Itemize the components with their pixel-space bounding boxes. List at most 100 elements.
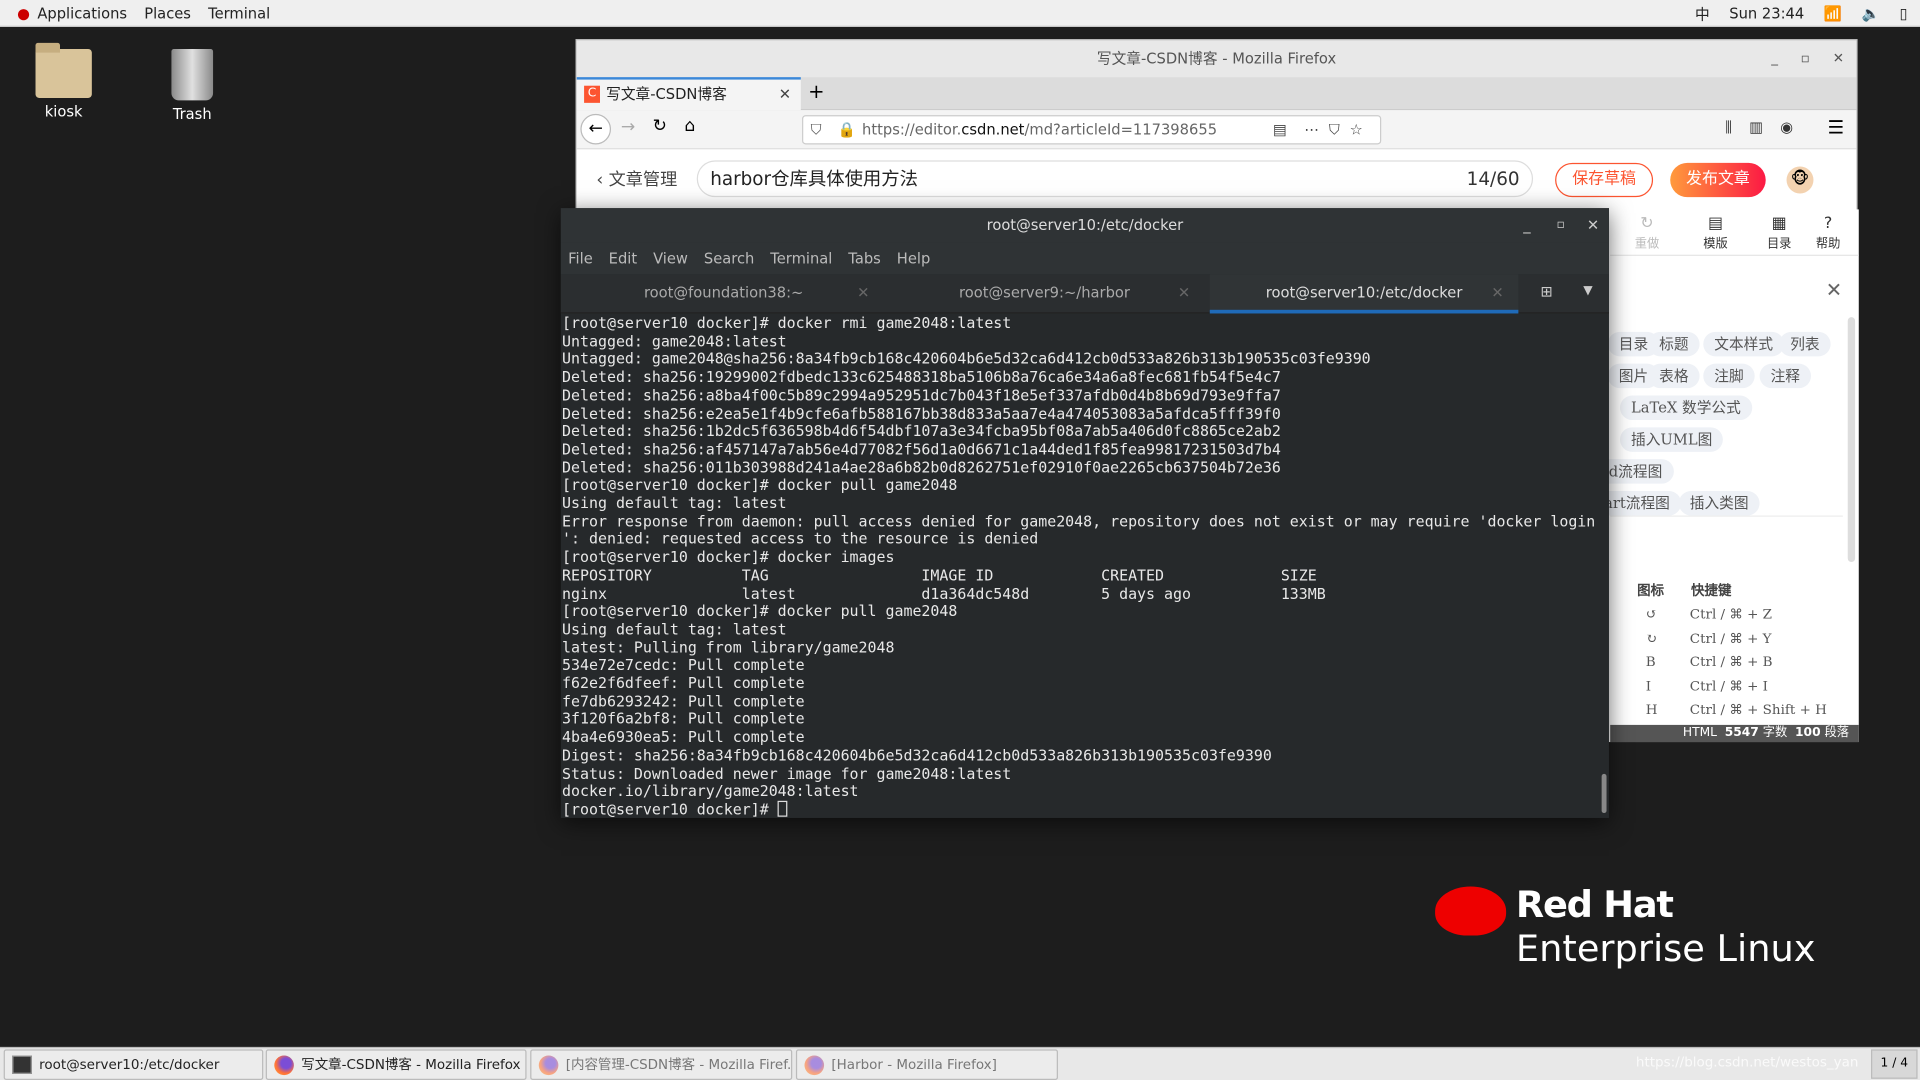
toolbar-help[interactable]: ? 帮助	[1816, 214, 1840, 251]
menu-view[interactable]: View	[653, 250, 688, 267]
reload-icon[interactable]: ↻	[653, 116, 667, 136]
shortcut-icon: H	[1645, 701, 1658, 718]
window-title: root@server10:/etc/docker	[986, 216, 1184, 234]
desktop-icon-kiosk[interactable]: kiosk	[21, 42, 107, 120]
insert-chip[interactable]: 表格	[1648, 363, 1700, 389]
avatar[interactable]: 🐵	[1786, 166, 1814, 194]
applications-menu[interactable]: Applications	[37, 4, 127, 21]
close-help-icon[interactable]: ✕	[1826, 278, 1842, 301]
url-bar[interactable]: ⛉ 🔒 https://editor.csdn.net/md?articleId…	[802, 115, 1382, 145]
insert-chip[interactable]: 注脚	[1703, 363, 1755, 389]
article-manage-link[interactable]: ‹ 文章管理	[596, 167, 677, 191]
battery-icon[interactable]: ▯	[1900, 5, 1908, 22]
terminal-tab-active[interactable]: root@server10:/etc/docker ✕	[1209, 274, 1519, 314]
terminal-tab[interactable]: root@foundation38:~ ✕	[563, 274, 884, 313]
close-button[interactable]: ✕	[1833, 40, 1844, 77]
back-label: 文章管理	[608, 170, 678, 190]
input-method[interactable]: 中	[1695, 3, 1710, 24]
reader-view-icon[interactable]: ▤	[1273, 116, 1287, 143]
terminal-tab[interactable]: root@server9:~/harbor ✕	[884, 274, 1205, 313]
close-tab-icon[interactable]: ✕	[1178, 274, 1190, 311]
desktop-icon-trash[interactable]: Trash	[149, 48, 235, 122]
shortcut-key: Ctrl / ⌘ + Z	[1689, 606, 1773, 623]
taskbar: root@server10:/etc/docker 写文章-CSDN博客 - M…	[0, 1046, 1920, 1080]
close-button[interactable]: ✕	[1587, 208, 1599, 242]
word-count: 5547	[1724, 726, 1759, 740]
forward-icon[interactable]: →	[621, 118, 635, 138]
minimize-button[interactable]: _	[1523, 208, 1530, 242]
close-tab-icon[interactable]: ✕	[779, 80, 791, 109]
back-icon[interactable]: ←	[580, 113, 612, 145]
terminal-line: 534e72e7cedc: Pull complete	[562, 656, 805, 674]
home-icon[interactable]: ⌂	[684, 116, 695, 136]
maximize-button[interactable]: ▫	[1557, 208, 1565, 242]
maximize-button[interactable]: ▫	[1801, 40, 1810, 77]
status-bar: HTML 5547 字数 100 段落	[1610, 724, 1859, 743]
browser-tab[interactable]: C 写文章-CSDN博客 ✕	[576, 77, 801, 111]
toolbar-redo[interactable]: ↻ 重做	[1635, 214, 1659, 251]
wifi-icon[interactable]: 📶	[1824, 5, 1842, 22]
save-draft-button[interactable]: 保存草稿	[1555, 162, 1654, 198]
places-menu[interactable]: Places	[144, 4, 191, 21]
terminal-output[interactable]: [root@server10 docker]# docker rmi game2…	[562, 315, 1597, 819]
minimize-button[interactable]: _	[1771, 40, 1778, 77]
watermark: https://blog.csdn.net/westos_yan	[1635, 1054, 1859, 1071]
taskbar-item-firefox[interactable]: [内容管理-CSDN博客 - Mozilla Firef...	[530, 1049, 793, 1080]
menu-search[interactable]: Search	[704, 250, 754, 267]
insert-chip[interactable]: 注释	[1759, 363, 1812, 389]
menu-tabs[interactable]: Tabs	[848, 250, 881, 267]
toolbar-label: 重做	[1634, 237, 1660, 252]
top-bar: ● Applications Places Terminal 中 Sun 23:…	[0, 0, 1920, 27]
insert-chip[interactable]: 列表	[1779, 331, 1831, 357]
insert-chip[interactable]: LaTeX 数学公式	[1620, 395, 1752, 421]
insert-chip[interactable]: 文本样式	[1703, 331, 1785, 357]
insert-chip[interactable]: 插入类图	[1678, 491, 1760, 516]
volume-icon[interactable]: 🔈	[1862, 5, 1880, 22]
close-tab-icon[interactable]: ✕	[1491, 274, 1503, 311]
page-actions-icon[interactable]: ⋯⛉☆	[1304, 116, 1372, 143]
terminal-icon	[12, 1055, 32, 1074]
para-count: 100	[1795, 726, 1821, 740]
taskbar-item-firefox[interactable]: 写文章-CSDN博客 - Mozilla Firefox	[265, 1049, 527, 1080]
article-title-input[interactable]: harbor仓库具体使用方法 14/60	[696, 160, 1534, 198]
taskbar-item-firefox[interactable]: [Harbor - Mozilla Firefox]	[795, 1049, 1058, 1080]
menu-file[interactable]: File	[568, 250, 593, 267]
publish-button[interactable]: 发布文章	[1670, 162, 1766, 198]
terminal-menu[interactable]: Terminal	[208, 4, 270, 21]
library-sidebar-account-icons[interactable]: ⫼▥◉	[1725, 119, 1810, 137]
shortcut-header-icon: 图标	[1637, 582, 1665, 599]
close-tab-icon[interactable]: ✕	[857, 274, 869, 311]
url-prefix: https://editor.	[862, 121, 962, 139]
terminal-line: Deleted: sha256:1b2dc5f636598b4d6f54dbf1…	[562, 422, 1281, 440]
home-folder-icon	[35, 42, 92, 98]
terminal-scrollbar[interactable]	[1601, 773, 1607, 814]
hamburger-menu-icon[interactable]: ☰	[1828, 116, 1844, 138]
clock[interactable]: Sun 23:44	[1729, 5, 1804, 22]
desktop: ● Applications Places Terminal 中 Sun 23:…	[0, 0, 1920, 1080]
terminal-titlebar[interactable]: root@server10:/etc/docker _ ▫ ✕	[560, 208, 1609, 243]
workspace-switcher[interactable]: 1 / 4	[1871, 1049, 1918, 1079]
menu-help[interactable]: Help	[897, 250, 931, 267]
new-tab-icon[interactable]: ⊞	[1540, 283, 1552, 300]
redo-icon: ↻	[1640, 214, 1654, 233]
taskbar-item-terminal[interactable]: root@server10:/etc/docker	[3, 1049, 264, 1080]
insert-chip[interactable]: 插入UML图	[1620, 427, 1724, 452]
toolbar-toc[interactable]: ▦ 目录	[1767, 214, 1791, 251]
insert-chip[interactable]: 标题	[1648, 331, 1700, 357]
shortcut-key: Ctrl / ⌘ + Shift + H	[1689, 701, 1827, 718]
panel-scrollbar[interactable]	[1847, 317, 1856, 563]
terminal-line: docker.io/library/game2048:latest	[562, 782, 859, 800]
new-tab-button[interactable]: +	[808, 80, 824, 103]
lock-icon: 🔒	[837, 121, 856, 139]
shortcut-key: Ctrl / ⌘ + Y	[1689, 630, 1772, 646]
menu-terminal[interactable]: Terminal	[770, 250, 832, 267]
prompt-line[interactable]: [root@server10 docker]#	[562, 800, 1597, 819]
firefox-titlebar[interactable]: 写文章-CSDN博客 - Mozilla Firefox _ ▫ ✕	[576, 40, 1857, 78]
tabs-dropdown-icon[interactable]: ▼	[1583, 284, 1592, 297]
terminal-line: Deleted: sha256:19299002fdbedc133c625488…	[562, 368, 1281, 386]
toolbar-template[interactable]: ▤ 模版	[1703, 214, 1727, 251]
shortcut-icon: ↻	[1645, 630, 1658, 646]
trash-icon	[171, 48, 214, 101]
menu-edit[interactable]: Edit	[609, 250, 637, 267]
url-domain: csdn.net	[961, 121, 1025, 139]
